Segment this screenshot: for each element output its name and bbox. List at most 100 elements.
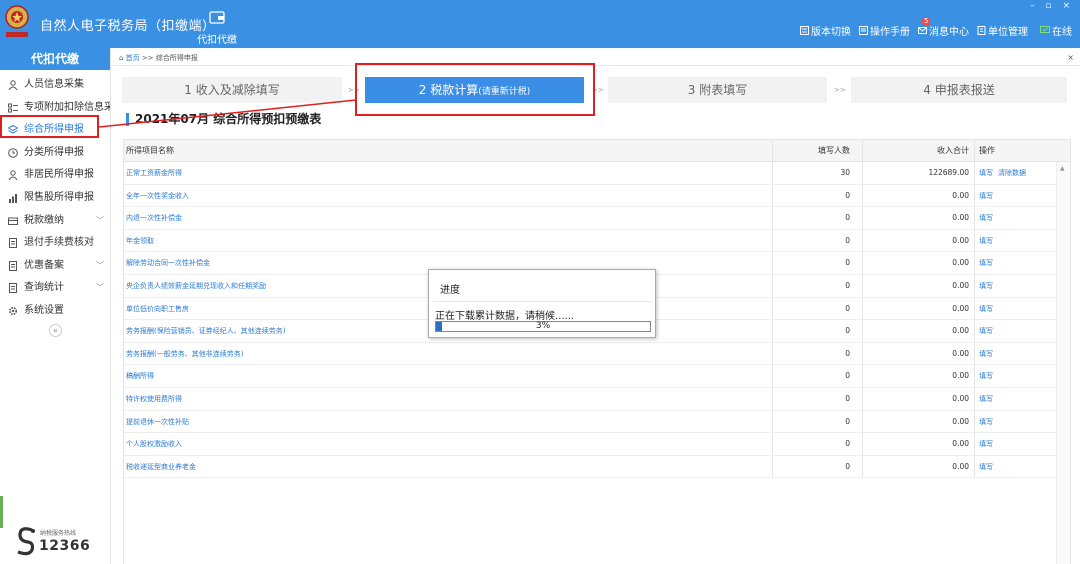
income-item-name-link[interactable]: 劳务报酬(一般劳务、其他非连续劳务) [126, 343, 771, 365]
table-scrollbar[interactable]: ▲ [1056, 162, 1070, 564]
income-item-name-link[interactable]: 提前退休一次性补贴 [126, 411, 771, 433]
sidebar-item-person-info[interactable]: 人员信息采集 [0, 74, 110, 97]
sidebar-item-restricted-shares[interactable]: 限售股所得申报 [0, 187, 110, 210]
chevron-down-icon: ﹀ [96, 215, 104, 225]
sidebar-collapse-button[interactable]: « [49, 324, 62, 337]
fill-in-link[interactable]: 填写 [979, 395, 993, 403]
income-total-cell: 0.00 [862, 342, 974, 365]
table-header: 所得项目名称 填写人数 收入合计 操作 [124, 140, 1070, 162]
breadcrumb-separator: >> [139, 54, 156, 62]
income-item-name-link[interactable]: 内退一次性补偿金 [126, 207, 771, 229]
income-item-name-link[interactable]: 稿酬所得 [126, 365, 771, 387]
module-withholding[interactable]: 代扣代缴 [193, 10, 241, 47]
step-1-income-deduction[interactable]: 1 收入及减除填写 [122, 77, 342, 103]
fill-in-link[interactable]: 填写 [979, 192, 993, 200]
home-icon[interactable]: ⌂ [119, 54, 126, 62]
scroll-up-icon[interactable]: ▲ [1060, 165, 1065, 172]
income-item-name-link[interactable]: 个人股权激励收入 [126, 433, 771, 455]
payment-icon [8, 217, 18, 225]
actions-cell: 填写 [974, 229, 1054, 252]
table-row: 内退一次性补偿金 0 0.00 填写 [124, 207, 1070, 230]
sidebar-item-query-stats[interactable]: 查询统计 ﹀ [0, 277, 110, 300]
dialog-divider [433, 301, 651, 302]
fill-in-link[interactable]: 填写 [979, 372, 993, 380]
income-item-name-link[interactable]: 年金领取 [126, 230, 771, 252]
hotline-number: 12366 [39, 538, 91, 554]
filled-count-cell: 0 [772, 275, 862, 297]
app-window: 自然人电子税务局（扣缴端） 代扣代缴 – ▫ × 版本切换 操作手册 5 消息中… [0, 0, 1080, 564]
clear-data-link[interactable]: 清除数据 [998, 169, 1026, 177]
sidebar-title: 代扣代缴 [0, 48, 110, 70]
actions-cell: 填写 [974, 275, 1054, 297]
column-header-count: 填写人数 [772, 140, 862, 161]
step-3-schedule[interactable]: 3 附表填写 [608, 77, 827, 103]
sidebar-item-preferential-filing[interactable]: 优惠备案 ﹀ [0, 255, 110, 278]
income-total-cell: 0.00 [862, 184, 974, 207]
fill-in-link[interactable]: 填写 [979, 350, 993, 358]
manual-button[interactable]: 操作手册 [859, 23, 910, 38]
sidebar-item-classified-income[interactable]: 分类所得申报 [0, 142, 110, 165]
step-4-submit[interactable]: 4 申报表报送 [851, 77, 1067, 103]
unit-management-button[interactable]: 单位管理 [977, 23, 1028, 38]
filled-count-cell: 0 [772, 455, 862, 478]
sidebar-scroll-indicator[interactable] [0, 496, 3, 528]
sidebar-item-label: 系统设置 [24, 304, 64, 316]
progress-percent: 3% [535, 321, 551, 331]
building-icon [977, 26, 986, 35]
fill-in-link[interactable]: 填写 [979, 418, 993, 426]
filled-count-cell: 0 [772, 297, 862, 320]
step-label: 1 收入及减除填写 [184, 83, 280, 97]
sidebar-item-settings[interactable]: 系统设置 [0, 300, 110, 323]
fill-in-link[interactable]: 填写 [979, 282, 993, 290]
title-bar: 自然人电子税务局（扣缴端） 代扣代缴 – ▫ × 版本切换 操作手册 5 消息中… [0, 0, 1080, 48]
income-item-name-link[interactable]: 正常工资薪金所得 [126, 162, 771, 184]
sidebar-item-label: 人员信息采集 [24, 79, 84, 90]
actions-cell: 填写 [974, 297, 1054, 320]
header-tools: 版本切换 操作手册 5 消息中心 单位管理 在线 [792, 17, 1072, 38]
actions-cell: 填写 [974, 433, 1054, 455]
sidebar-item-label: 限售股所得申报 [24, 191, 94, 203]
fill-in-link[interactable]: 填写 [979, 305, 993, 313]
fill-in-link[interactable]: 填写 [979, 259, 993, 267]
fill-in-link[interactable]: 填写 [979, 214, 993, 222]
fill-in-link[interactable]: 填写 [979, 327, 993, 335]
fill-in-link[interactable]: 填写 [979, 237, 993, 245]
module-label: 代扣代缴 [197, 35, 237, 46]
online-status: 在线 [1040, 23, 1072, 38]
sidebar-item-nonresident[interactable]: 非居民所得申报 [0, 164, 110, 187]
sidebar-item-label: 查询统计 [24, 282, 64, 294]
message-center-button[interactable]: 5 消息中心 [918, 17, 969, 38]
income-total-cell: 0.00 [862, 229, 974, 252]
income-item-name-link[interactable]: 特许权使用费所得 [126, 388, 771, 410]
income-item-name-link[interactable]: 全年一次性奖金收入 [126, 185, 771, 207]
sidebar-item-fee-refund[interactable]: 退付手续费核对 [0, 232, 110, 255]
income-total-cell: 0.00 [862, 410, 974, 433]
actions-cell: 填写 [974, 388, 1054, 410]
message-center-label: 消息中心 [929, 27, 969, 38]
app-title: 自然人电子税务局（扣缴端） [40, 19, 216, 34]
dialog-title: 进度 [440, 285, 460, 296]
version-switch-button[interactable]: 版本切换 [800, 23, 851, 38]
close-tab-icon[interactable]: × [1067, 50, 1074, 66]
actions-cell: 填写 [974, 365, 1054, 387]
income-total-cell: 0.00 [862, 320, 974, 342]
fill-in-link[interactable]: 填写 [979, 463, 993, 471]
income-total-cell: 122689.00 [862, 162, 974, 184]
table-row: 特许权使用费所得 0 0.00 填写 [124, 388, 1070, 411]
fill-in-link[interactable]: 填写 [979, 440, 993, 448]
version-switch-label: 版本切换 [811, 27, 851, 38]
actions-cell: 填写 [974, 410, 1054, 433]
window-controls[interactable]: – ▫ × [1030, 1, 1074, 11]
table-row: 提前退休一次性补贴 0 0.00 填写 [124, 410, 1070, 434]
breadcrumb-home[interactable]: 首页 [126, 54, 140, 62]
table-row: 正常工资薪金所得 30 122689.00 填写 清除数据 [124, 162, 1070, 185]
sidebar-item-tax-payment[interactable]: 税款缴纳 ﹀ [0, 210, 110, 233]
sidebar-menu: 人员信息采集 专项附加扣除信息采集 综合所得申报 分类所得申报 非居民所得申报 … [0, 74, 110, 323]
income-item-name-link[interactable]: 税收递延型商业养老金 [126, 456, 771, 478]
annotation-box-sidebar [0, 115, 99, 138]
list-icon [8, 103, 18, 113]
income-total-cell: 0.00 [862, 297, 974, 320]
actions-cell: 填写 清除数据 [974, 162, 1054, 184]
fill-in-link[interactable]: 填写 [979, 169, 993, 177]
table-row: 税收递延型商业养老金 0 0.00 填写 [124, 455, 1070, 479]
